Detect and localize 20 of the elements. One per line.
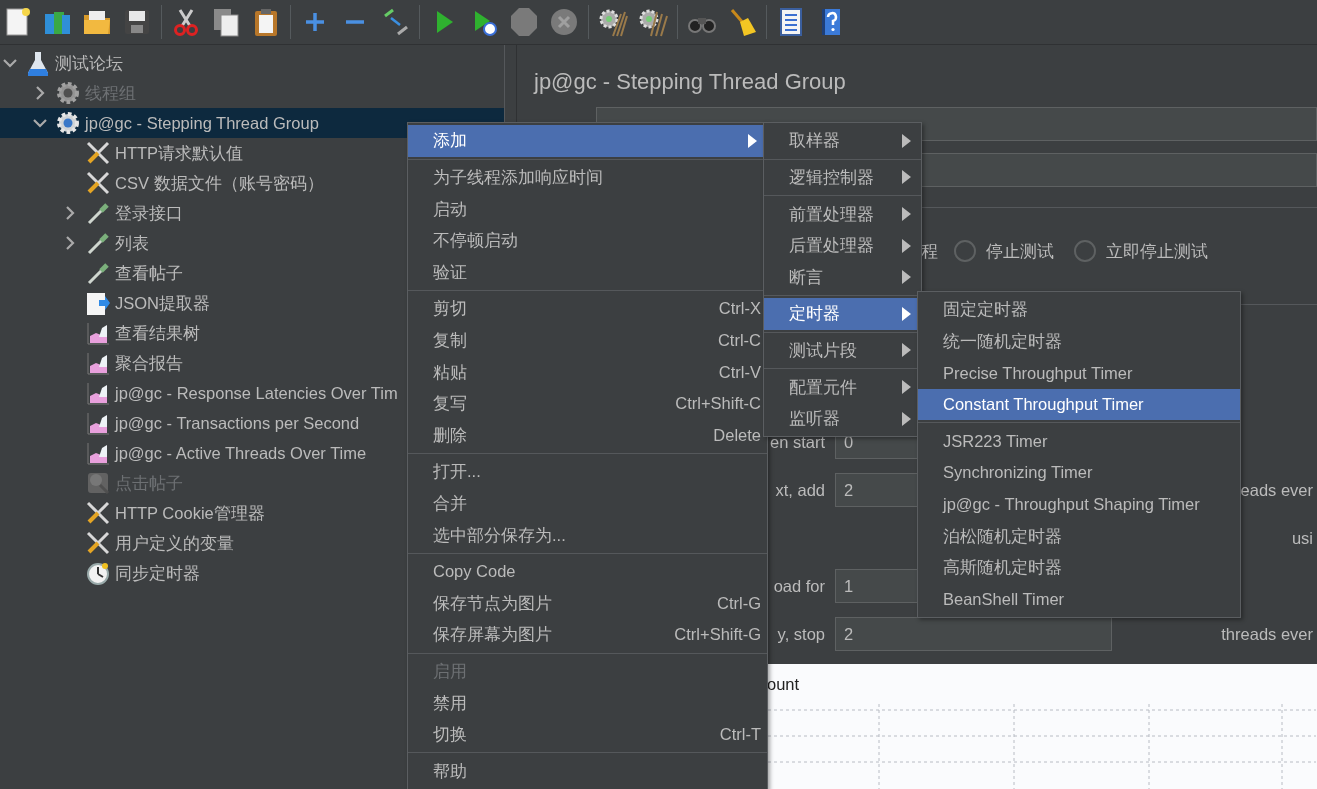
field-label: eads ever <box>1240 479 1314 501</box>
field-label: xt, add <box>775 480 825 499</box>
option-label: 程 <box>921 240 938 262</box>
shortcut-label: Ctrl-V <box>717 361 761 383</box>
shortcut-label: Ctrl-G <box>716 592 761 614</box>
radio-label: 立即停止测试 <box>1106 240 1208 262</box>
field-label: en start <box>769 432 825 451</box>
shortcut-label: Ctrl+Shift-G <box>673 624 761 646</box>
field-label: usi <box>1291 527 1314 549</box>
chart-title: ount <box>767 675 800 693</box>
field-label: threads ever <box>1221 623 1314 645</box>
panel-title: jp@gc - Stepping Thread Group <box>534 68 847 96</box>
field-label: oad for <box>773 576 825 595</box>
radio-label: 停止测试 <box>986 240 1054 262</box>
shortcut-label: Delete <box>712 424 761 446</box>
shortcut-label: Ctrl-X <box>717 298 761 320</box>
shortcut-label: Ctrl+Shift-C <box>674 393 761 415</box>
shortcut-label: Ctrl-C <box>716 330 761 351</box>
shortcut-label: Ctrl-T <box>718 724 761 746</box>
field-label: y, stop <box>777 624 825 643</box>
